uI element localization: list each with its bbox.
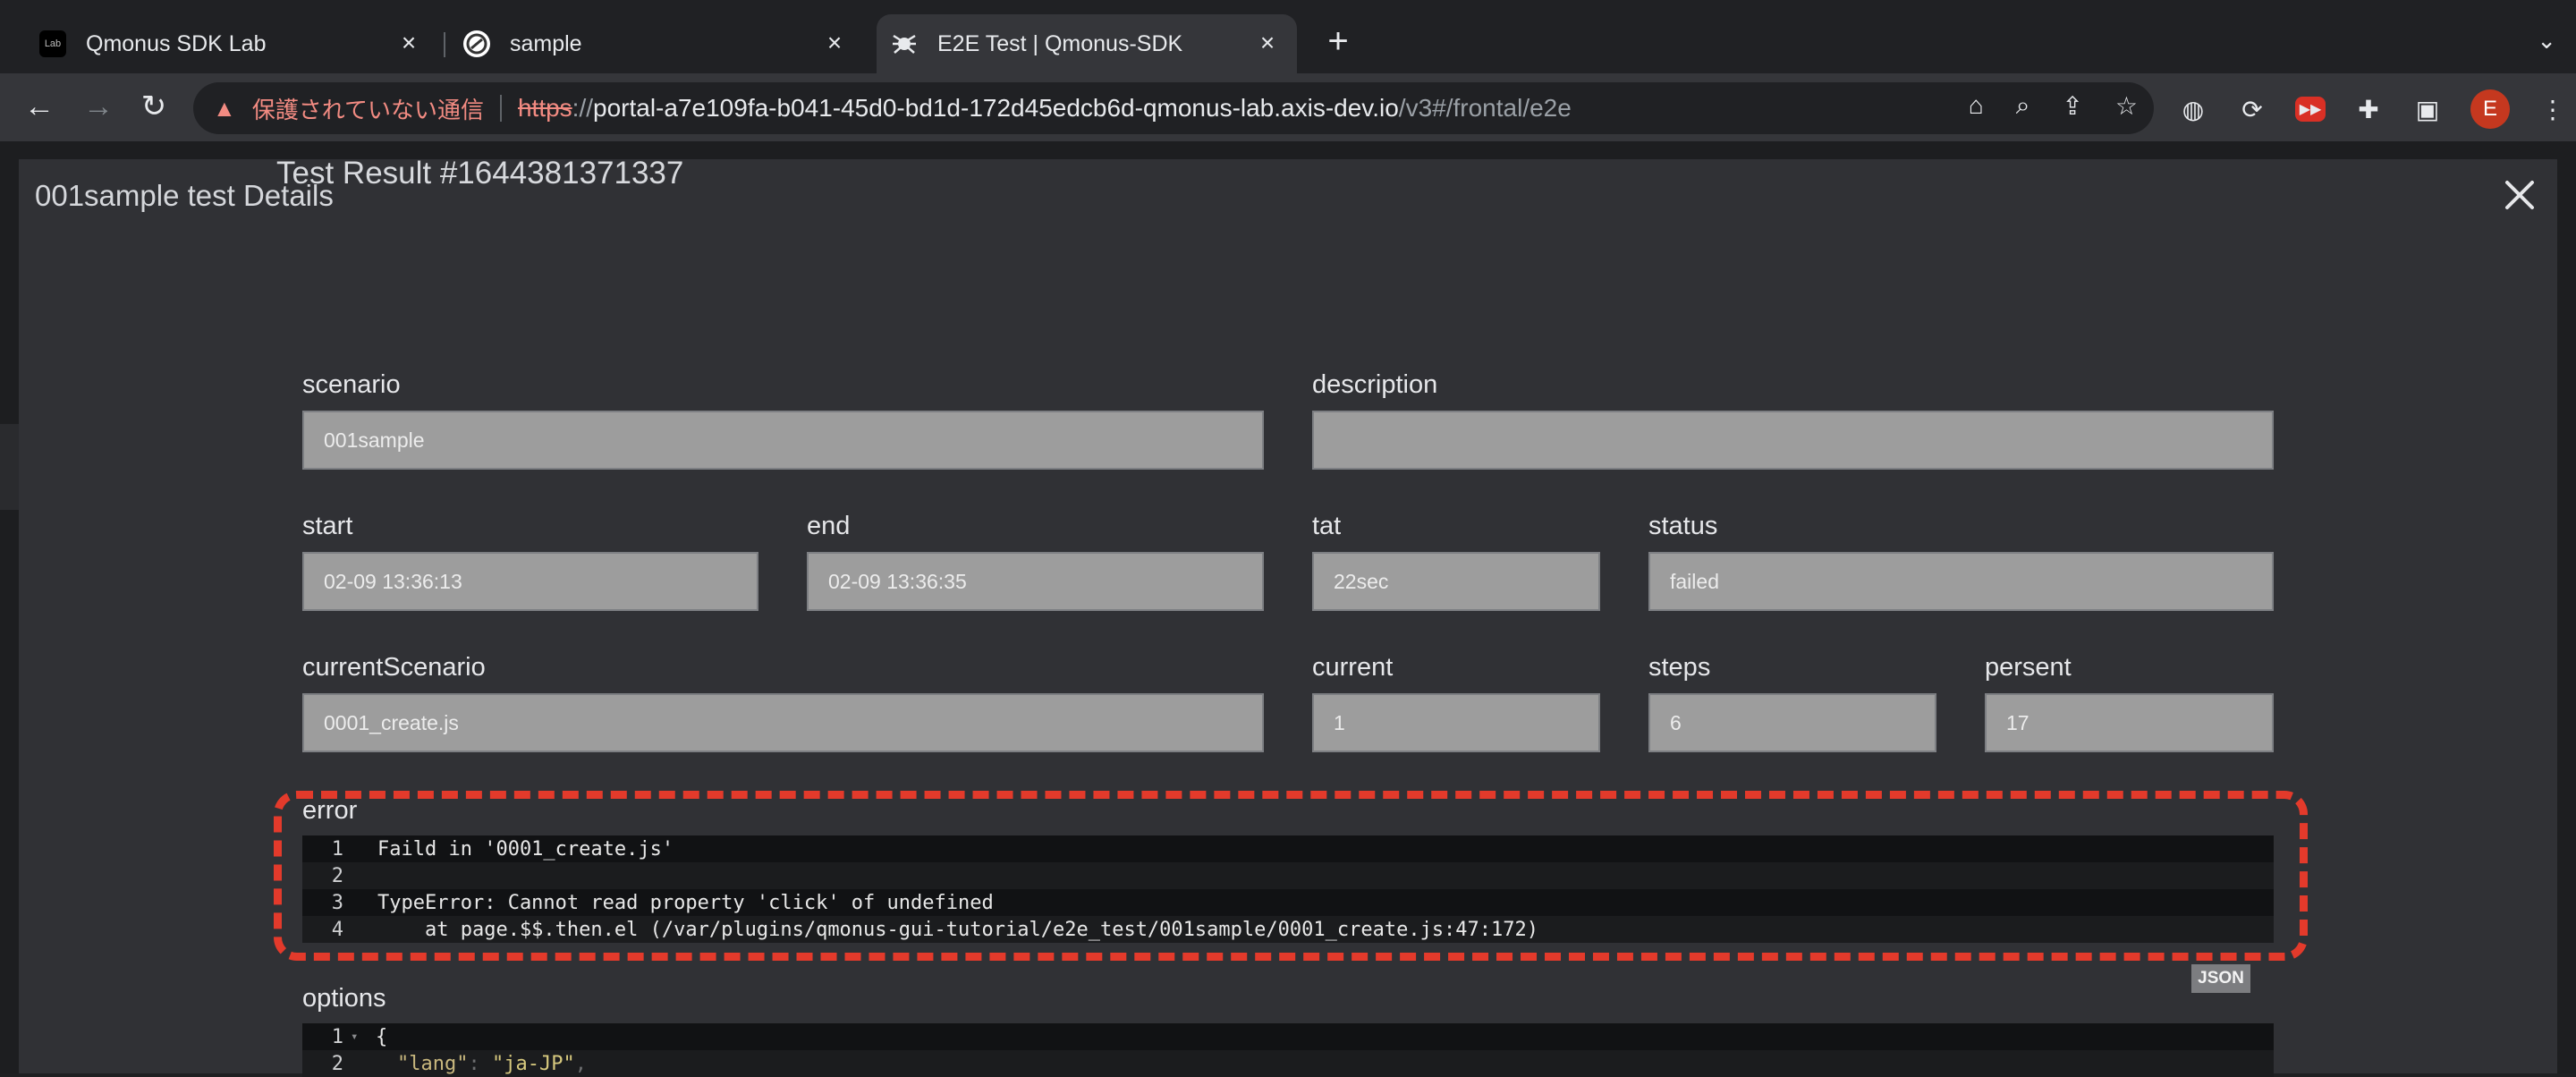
- description-label: description: [1312, 370, 1438, 399]
- back-arrow-icon[interactable]: ←: [21, 89, 57, 125]
- omnibox-divider: [499, 95, 502, 122]
- fold-arrow-icon[interactable]: ▾: [351, 1030, 363, 1044]
- options-code-editor[interactable]: 1 ▾ { 2 "lang": "ja-JP",: [302, 1023, 2274, 1077]
- status-label: status: [1648, 512, 1718, 540]
- tab-sample[interactable]: sample ×: [453, 14, 864, 73]
- bookmark-star-icon[interactable]: ☆: [2115, 91, 2138, 121]
- extension-youtube-icon[interactable]: ▶▶: [2295, 97, 2326, 122]
- tab-search-chevron-down-icon[interactable]: ⌄: [2537, 27, 2556, 55]
- tab-title: E2E Test | Qmonus-SDK: [937, 30, 1183, 56]
- start-field[interactable]: 02-09 13:36:13: [302, 552, 758, 611]
- page-sidebar-edge: [0, 424, 20, 510]
- not-secure-label[interactable]: 保護されていない通信: [252, 92, 484, 125]
- close-tab-icon[interactable]: ×: [1256, 30, 1279, 55]
- line-number: 2: [331, 1052, 343, 1075]
- extensions-puzzle-icon[interactable]: ✚: [2352, 93, 2385, 125]
- code-text: {: [376, 1025, 388, 1048]
- browser-tab-bar: Lab Qmonus SDK Lab × sample × E2E Test |…: [0, 0, 2576, 73]
- start-label: start: [302, 512, 353, 540]
- sample-icon: [463, 30, 490, 57]
- tab-title: sample: [510, 30, 582, 56]
- tab-title: Qmonus SDK Lab: [86, 30, 267, 56]
- extension-sync-icon[interactable]: ⟳: [2236, 93, 2268, 125]
- status-field[interactable]: failed: [1648, 552, 2274, 611]
- close-tab-icon[interactable]: ×: [823, 30, 846, 55]
- scenario-field[interactable]: 001sample: [302, 411, 1264, 470]
- browser-toolbar: ← → ↻ ▲ 保護されていない通信 https :// portal-a7e1…: [0, 73, 2576, 141]
- json-badge[interactable]: JSON: [2191, 964, 2250, 993]
- code-line: 1 ▾ {: [302, 1023, 2274, 1050]
- url-scheme: https: [517, 94, 572, 122]
- end-field[interactable]: 02-09 13:36:35: [807, 552, 1264, 611]
- url-scheme-separator: ://: [572, 94, 594, 122]
- profile-avatar[interactable]: E: [2470, 89, 2510, 129]
- test-result-title: Test Result #1644381371337: [276, 156, 684, 191]
- tab-divider: [444, 32, 445, 57]
- scenario-label: scenario: [302, 370, 401, 399]
- warning-triangle-icon[interactable]: ▲: [213, 95, 236, 123]
- end-label: end: [807, 512, 851, 540]
- tab-qmonus-sdk-lab[interactable]: Lab Qmonus SDK Lab ×: [27, 14, 438, 73]
- reload-icon[interactable]: ↻: [136, 89, 172, 125]
- tat-label: tat: [1312, 512, 1342, 540]
- tat-field[interactable]: 22sec: [1312, 552, 1600, 611]
- share-icon[interactable]: ⇪: [2062, 91, 2082, 121]
- tab-e2e-test[interactable]: E2E Test | Qmonus-SDK ×: [877, 14, 1297, 73]
- current-field[interactable]: 1: [1312, 693, 1600, 752]
- persent-label: persent: [1985, 653, 2072, 682]
- side-panel-icon[interactable]: ▣: [2411, 93, 2444, 125]
- options-label: options: [302, 984, 386, 1013]
- url-host: portal-a7e109fa-b041-45d0-bd1d-172d45edc…: [593, 94, 1399, 122]
- close-icon[interactable]: [2500, 175, 2539, 215]
- e2e-icon: [891, 30, 918, 57]
- new-tab-plus-icon[interactable]: +: [1322, 23, 1354, 59]
- zoom-out-icon[interactable]: ⌕: [2016, 91, 2030, 121]
- json-value: "ja-JP": [491, 1052, 575, 1075]
- json-key: "lang": [397, 1052, 469, 1075]
- forward-arrow-icon[interactable]: →: [80, 89, 116, 125]
- current-scenario-field[interactable]: 0001_create.js: [302, 693, 1264, 752]
- translate-icon[interactable]: ⌂: [1969, 91, 1984, 121]
- description-field[interactable]: [1312, 411, 2274, 470]
- current-label: current: [1312, 653, 1394, 682]
- close-tab-icon[interactable]: ×: [397, 30, 420, 55]
- omnibox-actions: ⌂ ⌕ ⇪ ☆: [1969, 91, 2138, 121]
- steps-label: steps: [1648, 653, 1711, 682]
- persent-field[interactable]: 17: [1985, 693, 2274, 752]
- url-path: /v3#/frontal/e2e: [1398, 94, 1572, 122]
- extension-globe-icon[interactable]: ◍: [2177, 93, 2209, 125]
- line-number: 1: [331, 1025, 343, 1048]
- qmonus-icon: Lab: [39, 30, 66, 57]
- address-bar[interactable]: ▲ 保護されていない通信 https :// portal-a7e109fa-b…: [193, 82, 2154, 134]
- extensions-area: ◍ ⟳ ▶▶ ✚ ▣ E ⋮: [2177, 89, 2569, 129]
- current-scenario-label: currentScenario: [302, 653, 486, 682]
- code-text: "lang": "ja-JP",: [397, 1052, 587, 1075]
- browser-menu-icon[interactable]: ⋮: [2537, 93, 2569, 125]
- error-highlight-annotation: [274, 791, 2308, 961]
- steps-field[interactable]: 6: [1648, 693, 1936, 752]
